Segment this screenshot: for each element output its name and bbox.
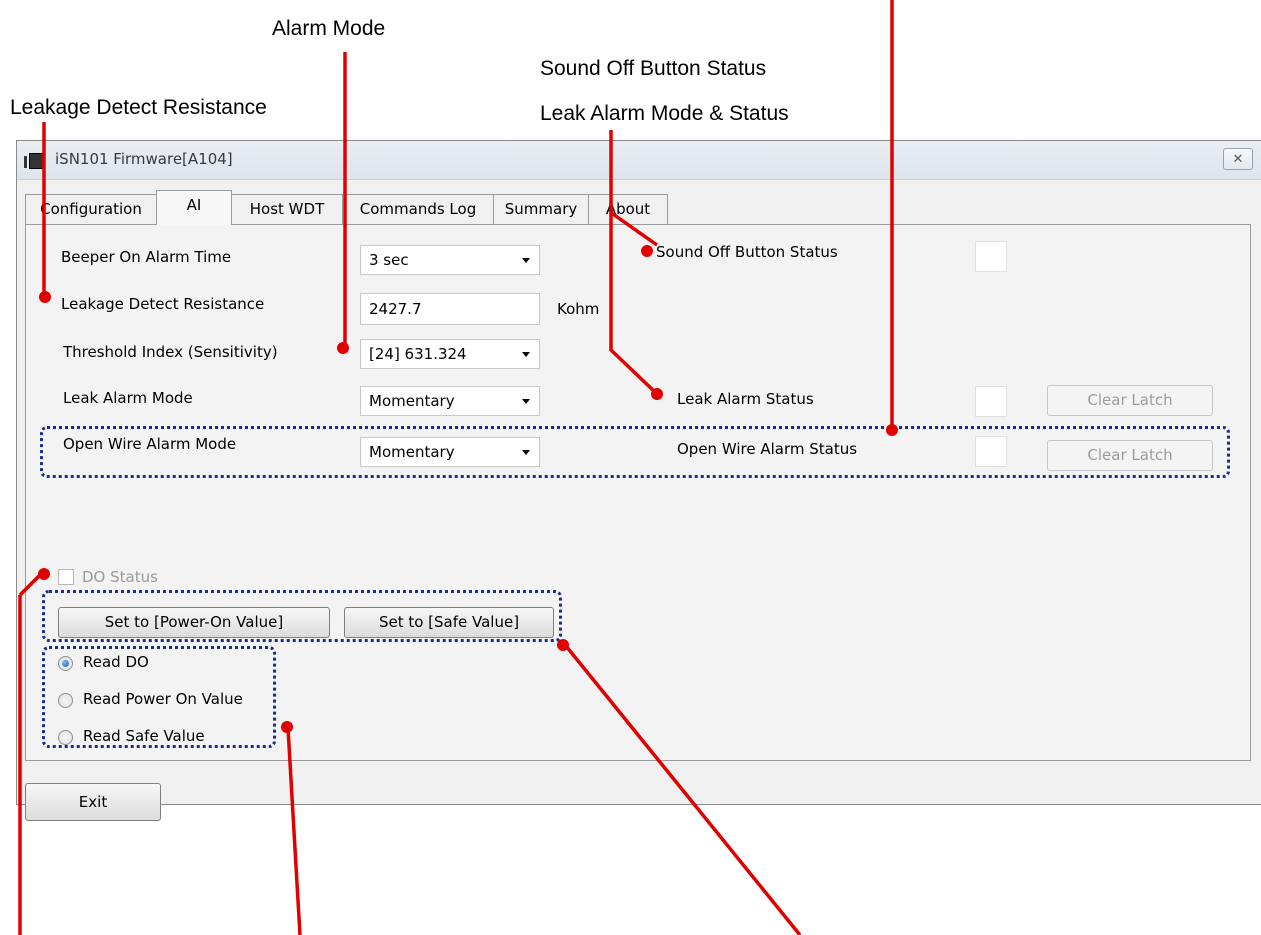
dot-open-wire [886,424,898,436]
line-leak-status [609,130,658,395]
dot-read-radios [281,721,293,733]
dot-sound-off [641,245,653,257]
dot-do-status [38,568,50,580]
dot-set-buttons [557,639,569,651]
dot-leakage [39,291,51,303]
line-read-radios [286,727,302,935]
line-set-buttons [564,644,802,935]
line-sound-off [608,210,659,247]
tab-ai[interactable]: AI [156,190,232,225]
callout-lines [18,0,898,935]
dot-threshold [337,342,349,354]
line-do-status [18,573,42,597]
dot-leak-status [651,388,663,400]
